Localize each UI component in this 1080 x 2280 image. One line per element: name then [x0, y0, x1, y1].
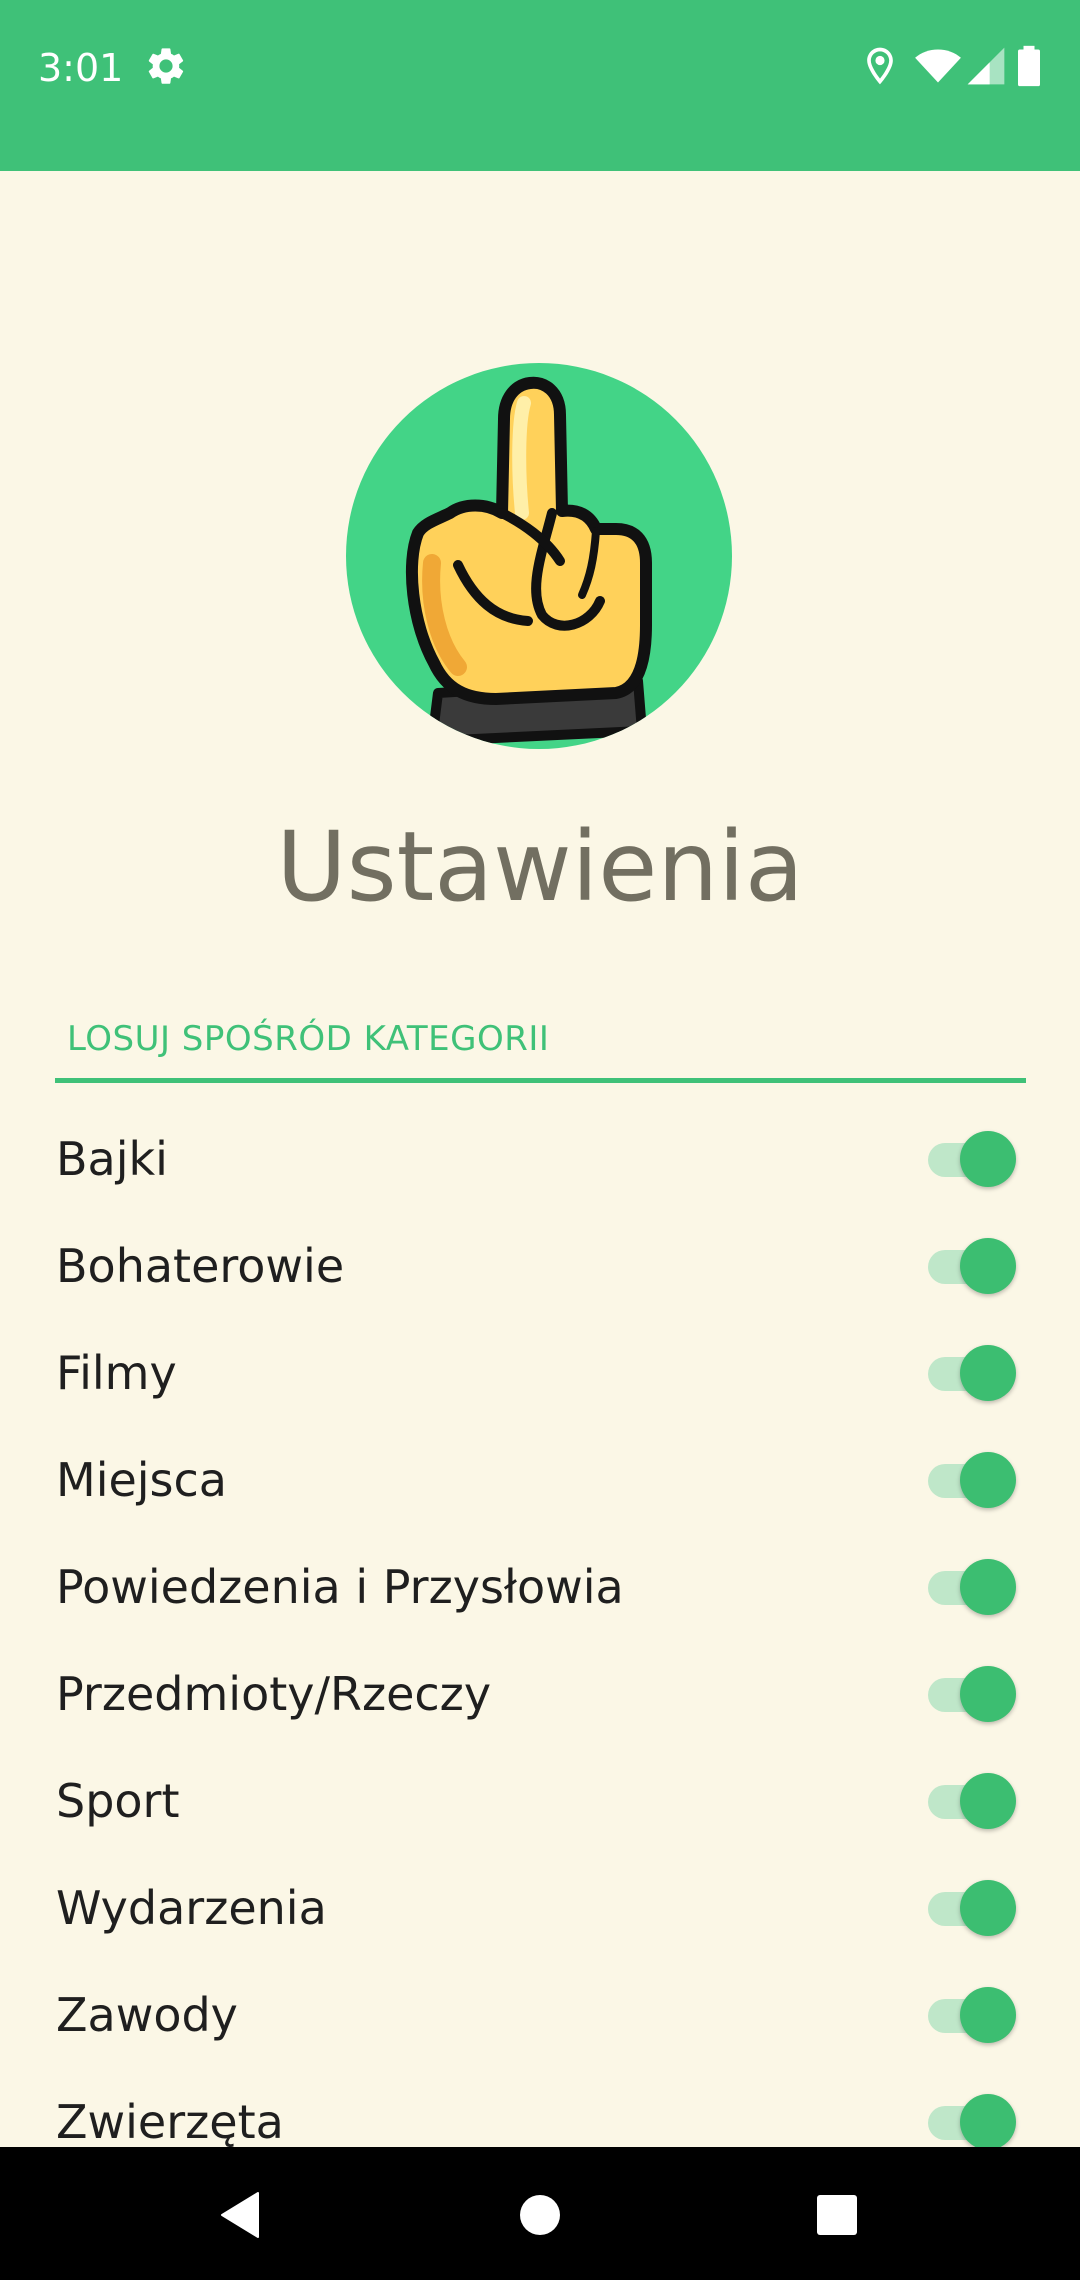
category-label: Przedmioty/Rzeczy [56, 1666, 492, 1721]
category-label: Powiedzenia i Przysłowia [56, 1559, 624, 1614]
category-toggle[interactable] [928, 1451, 1016, 1508]
wifi-icon [915, 49, 961, 83]
status-time: 3:01 [38, 46, 124, 90]
category-row-zawody[interactable]: Zawody [0, 1961, 1080, 2068]
toggle-thumb [960, 1237, 1016, 1294]
category-row-filmy[interactable]: Filmy [0, 1319, 1080, 1426]
category-label: Zawody [56, 1987, 238, 2042]
navigation-bar [0, 2147, 1080, 2280]
toggle-thumb [960, 2093, 1016, 2147]
category-label: Wydarzenia [56, 1880, 327, 1935]
toggle-thumb [960, 1558, 1016, 1615]
category-toggle[interactable] [928, 1344, 1016, 1401]
status-bar: 3:01 [0, 0, 1080, 171]
category-label: Bajki [56, 1131, 168, 1186]
category-toggle[interactable] [928, 1130, 1016, 1187]
toggle-thumb [960, 1772, 1016, 1829]
page-title: Ustawienia [276, 811, 804, 923]
home-icon[interactable] [510, 2185, 570, 2245]
battery-icon [1018, 45, 1040, 87]
location-icon [867, 47, 893, 85]
category-toggle[interactable] [928, 1237, 1016, 1294]
toggle-thumb [960, 1879, 1016, 1936]
toggle-thumb [960, 1986, 1016, 2043]
category-toggle[interactable] [928, 2093, 1016, 2147]
category-label: Bohaterowie [56, 1238, 345, 1293]
toggle-thumb [960, 1665, 1016, 1722]
category-toggle[interactable] [928, 1665, 1016, 1722]
section-header: LOSUJ SPOŚRÓD KATEGORII [67, 1019, 550, 1059]
category-row-bohaterowie[interactable]: Bohaterowie [0, 1212, 1080, 1319]
signal-icon [967, 47, 1005, 85]
category-row-zwierzeta[interactable]: Zwierzęta [0, 2068, 1080, 2147]
category-label: Sport [56, 1773, 180, 1828]
recents-icon[interactable] [807, 2185, 867, 2245]
category-toggle[interactable] [928, 1558, 1016, 1615]
category-toggle[interactable] [928, 1986, 1016, 2043]
category-label: Zwierzęta [56, 2094, 284, 2148]
toggle-thumb [960, 1130, 1016, 1187]
category-label: Filmy [56, 1345, 177, 1400]
hand-icon [405, 376, 652, 746]
category-label: Miejsca [56, 1452, 227, 1507]
category-row-bajki[interactable]: Bajki [0, 1105, 1080, 1212]
category-list: Bajki Bohaterowie Filmy Miejsca Powiedze… [0, 1105, 1080, 2147]
category-row-miejsca[interactable]: Miejsca [0, 1426, 1080, 1533]
category-row-wydarzenia[interactable]: Wydarzenia [0, 1854, 1080, 1961]
category-toggle[interactable] [928, 1772, 1016, 1829]
category-row-powiedzenia[interactable]: Powiedzenia i Przysłowia [0, 1533, 1080, 1640]
back-icon[interactable] [210, 2185, 270, 2245]
category-row-przedmioty[interactable]: Przedmioty/Rzeczy [0, 1640, 1080, 1747]
toggle-thumb [960, 1344, 1016, 1401]
section-divider [55, 1078, 1026, 1083]
settings-icon [148, 48, 184, 84]
hand-finger-logo [346, 363, 732, 749]
settings-screen: Ustawienia LOSUJ SPOŚRÓD KATEGORII Bajki… [0, 171, 1080, 2147]
toggle-thumb [960, 1451, 1016, 1508]
category-toggle[interactable] [928, 1879, 1016, 1936]
category-row-sport[interactable]: Sport [0, 1747, 1080, 1854]
